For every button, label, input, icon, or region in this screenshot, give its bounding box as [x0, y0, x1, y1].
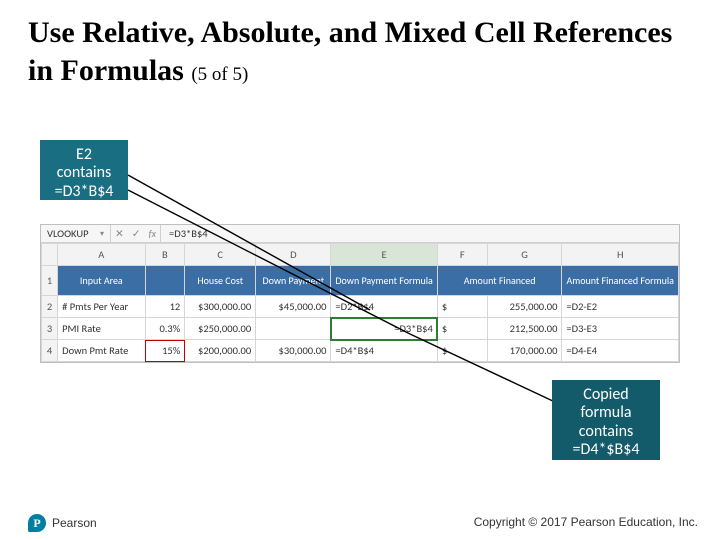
cell-B2[interactable]: 12 — [145, 296, 185, 318]
cell-A4[interactable]: Down Pmt Rate — [58, 340, 145, 362]
cell-A2[interactable]: # Pmts Per Year — [58, 296, 145, 318]
cancel-icon[interactable]: ✕ — [115, 227, 124, 240]
row-header-4[interactable]: 4 — [42, 340, 58, 362]
row-header-2[interactable]: 2 — [42, 296, 58, 318]
col-header-D[interactable]: D — [256, 244, 331, 266]
cell-A3[interactable]: PMI Rate — [58, 318, 145, 340]
pearson-brand-text: Pearson — [52, 516, 97, 530]
cell-G3[interactable]: 212,500.00 — [487, 318, 562, 340]
cell-G2[interactable]: 255,000.00 — [487, 296, 562, 318]
table-row: 2 # Pmts Per Year 12 $300,000.00 $45,000… — [42, 296, 679, 318]
cell-E4[interactable]: =D4*B$4 — [331, 340, 437, 362]
table-row: 3 PMI Rate 0.3% $250,000.00 =D3*B$4 $ 21… — [42, 318, 679, 340]
cell-F4[interactable]: $ — [437, 340, 487, 362]
corner-cell[interactable] — [42, 244, 58, 266]
col-header-F[interactable]: F — [437, 244, 487, 266]
cell-G4[interactable]: 170,000.00 — [487, 340, 562, 362]
col-header-B[interactable]: B — [145, 244, 185, 266]
cell-F2[interactable]: $ — [437, 296, 487, 318]
title-main: Use Relative, Absolute, and Mixed Cell R… — [28, 16, 672, 87]
cell-B3[interactable]: 0.3% — [145, 318, 185, 340]
cell-H2[interactable]: =D2-E2 — [562, 296, 679, 318]
pearson-logo-icon: P — [28, 514, 46, 532]
chevron-down-icon: ▾ — [100, 229, 104, 239]
fx-icon[interactable]: fx — [149, 227, 156, 240]
cell-C4[interactable]: $200,000.00 — [185, 340, 256, 362]
cell-H4[interactable]: =D4-E4 — [562, 340, 679, 362]
hdr-input-area[interactable]: Input Area — [58, 266, 145, 296]
table-header-row: 1 Input Area House Cost Down Payment Dow… — [42, 266, 679, 296]
cell-F3[interactable]: $ — [437, 318, 487, 340]
row-header-1[interactable]: 1 — [42, 266, 58, 296]
cell-C2[interactable]: $300,000.00 — [185, 296, 256, 318]
col-header-G[interactable]: G — [487, 244, 562, 266]
table-row: 4 Down Pmt Rate 15% $200,000.00 $30,000.… — [42, 340, 679, 362]
hdr-blank[interactable] — [145, 266, 185, 296]
cell-D2[interactable]: $45,000.00 — [256, 296, 331, 318]
cell-B4[interactable]: 15% — [145, 340, 185, 362]
name-box[interactable]: VLOOKUP ▾ — [41, 225, 111, 242]
cell-C3[interactable]: $250,000.00 — [185, 318, 256, 340]
name-box-value: VLOOKUP — [47, 227, 89, 240]
callout-copied-formula: Copied formula contains =D4*$B$4 — [552, 380, 660, 460]
pearson-brand: P Pearson — [28, 514, 97, 532]
row-header-3[interactable]: 3 — [42, 318, 58, 340]
cell-D4[interactable]: $30,000.00 — [256, 340, 331, 362]
formula-bar-icons: ✕ ✓ fx — [111, 225, 161, 242]
cell-E2[interactable]: =D2*B$4 — [331, 296, 437, 318]
slide-title: Use Relative, Absolute, and Mixed Cell R… — [28, 14, 692, 89]
callout-e2-formula: E2 contains =D3*B$4 — [40, 140, 128, 200]
column-headers: A B C D E F G H — [42, 244, 679, 266]
col-header-E[interactable]: E — [331, 244, 437, 266]
hdr-house-cost[interactable]: House Cost — [185, 266, 256, 296]
col-header-H[interactable]: H — [562, 244, 679, 266]
excel-screenshot: VLOOKUP ▾ ✕ ✓ fx =D3*B$4 A B C D E F G H… — [40, 224, 680, 363]
cell-H3[interactable]: =D3-E3 — [562, 318, 679, 340]
spreadsheet-grid: A B C D E F G H 1 Input Area House Cost … — [41, 243, 679, 362]
hdr-amount-financed[interactable]: Amount Financed — [437, 266, 562, 296]
copyright-footer: Copyright © 2017 Pearson Education, Inc. — [474, 515, 698, 530]
cell-D3[interactable] — [256, 318, 331, 340]
col-header-A[interactable]: A — [58, 244, 145, 266]
hdr-dp-formula[interactable]: Down Payment Formula — [331, 266, 437, 296]
copyright-text: Copyright © 2017 Pearson Education, Inc. — [474, 515, 698, 529]
formula-bar: VLOOKUP ▾ ✕ ✓ fx =D3*B$4 — [41, 225, 679, 243]
cell-E3-selected[interactable]: =D3*B$4 — [331, 318, 437, 340]
enter-icon[interactable]: ✓ — [132, 227, 141, 240]
formula-bar-content[interactable]: =D3*B$4 — [161, 227, 679, 240]
hdr-down-payment[interactable]: Down Payment — [256, 266, 331, 296]
col-header-C[interactable]: C — [185, 244, 256, 266]
hdr-af-formula[interactable]: Amount Financed Formula — [562, 266, 679, 296]
title-paren: (5 of 5) — [191, 64, 248, 85]
